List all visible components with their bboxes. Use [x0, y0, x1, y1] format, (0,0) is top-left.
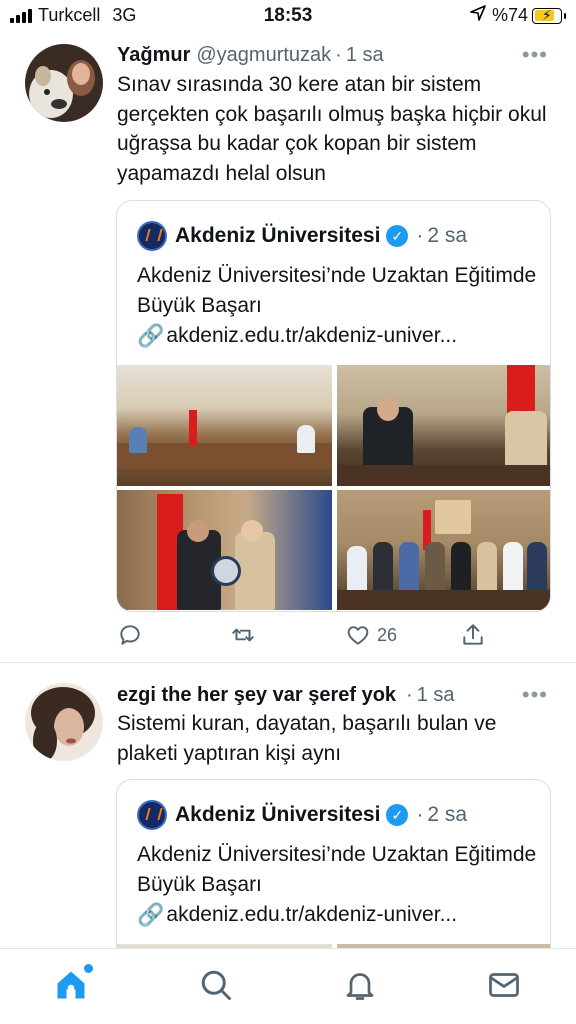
- photo[interactable]: [337, 490, 550, 610]
- separator-dot: ·: [335, 44, 342, 66]
- tab-messages[interactable]: [486, 967, 526, 1007]
- photo-grid: [117, 365, 550, 610]
- tweet-header: ezgi the her şey var şeref yok · 1 sa: [117, 684, 455, 707]
- reply-icon: [120, 625, 140, 645]
- more-options-icon[interactable]: •••: [522, 42, 548, 68]
- retweet-button[interactable]: [230, 622, 256, 648]
- tweet-text: Sınav sırasında 30 kere atan bir sistem …: [117, 73, 547, 185]
- quote-author-name[interactable]: Akdeniz Üniversitesi: [175, 803, 380, 827]
- tweet-divider: [0, 662, 576, 663]
- quote-text-block: Akdeniz Üniversitesi’nde Uzaktan Eğitimd…: [137, 261, 537, 351]
- quote-text: Akdeniz Üniversitesi’nde Uzaktan Eğitimd…: [137, 264, 537, 317]
- battery-percent: %74: [491, 5, 528, 25]
- quote-text: Akdeniz Üniversitesi’nde Uzaktan Eğitimd…: [137, 843, 537, 896]
- bell-icon: [346, 973, 374, 1000]
- new-content-dot: [84, 964, 93, 973]
- author-handle[interactable]: @yagmurtuzak: [196, 44, 331, 67]
- tab-home[interactable]: [53, 964, 93, 1007]
- reply-button[interactable]: [117, 622, 143, 648]
- heart-icon: [347, 626, 369, 645]
- university-logo-icon: [137, 800, 167, 830]
- quote-link[interactable]: 🔗 akdeniz.edu.tr/akdeniz-univer...: [137, 900, 537, 930]
- battery-charging-icon: ⚡: [532, 7, 566, 24]
- tweet-header: Yağmur @yagmurtuzak · 1 sa: [117, 44, 384, 67]
- search-icon: [201, 970, 231, 1000]
- tweet-time[interactable]: 1 sa: [417, 684, 455, 707]
- tweet-text: Sistemi kuran, dayatan, başarılı bulan v…: [117, 712, 497, 765]
- quote-link-text[interactable]: akdeniz.edu.tr/akdeniz-univer...: [166, 900, 457, 930]
- bottom-tab-bar: [0, 948, 576, 1024]
- verified-badge-icon: ✓: [386, 225, 409, 247]
- tab-search[interactable]: [198, 967, 238, 1007]
- home-icon: [57, 971, 85, 999]
- share-icon: [463, 624, 483, 645]
- photo[interactable]: [337, 365, 550, 486]
- photo[interactable]: [117, 365, 332, 486]
- like-count: 26: [377, 624, 398, 645]
- quote-link-text[interactable]: akdeniz.edu.tr/akdeniz-univer...: [166, 321, 457, 351]
- tweet-actions: 26: [117, 622, 497, 652]
- share-button[interactable]: [460, 622, 486, 648]
- avatar[interactable]: [25, 44, 103, 122]
- like-button[interactable]: 26: [345, 622, 397, 648]
- quote-header: Akdeniz Üniversitesi ✓ · 2 sa: [137, 221, 467, 251]
- verified-badge-icon: ✓: [386, 804, 409, 826]
- quote-header: Akdeniz Üniversitesi ✓ · 2 sa: [137, 800, 467, 830]
- quote-time[interactable]: 2 sa: [427, 224, 467, 248]
- author-name[interactable]: Yağmur: [117, 44, 190, 67]
- quote-time[interactable]: 2 sa: [427, 803, 467, 827]
- link-icon: 🔗: [137, 902, 165, 927]
- more-options-icon[interactable]: •••: [522, 682, 548, 708]
- tweet-time[interactable]: 1 sa: [346, 44, 384, 67]
- mail-icon: [489, 973, 519, 997]
- location-arrow-icon: [470, 5, 486, 26]
- link-icon: 🔗: [137, 323, 165, 348]
- separator-dot: ·: [416, 224, 424, 247]
- quote-text-block: Akdeniz Üniversitesi’nde Uzaktan Eğitimd…: [137, 840, 537, 930]
- separator-dot: ·: [416, 803, 424, 826]
- author-name[interactable]: ezgi the her şey var şeref yok: [117, 684, 396, 707]
- status-bar: Turkcell 3G 18:53 %74 ⚡: [0, 0, 576, 32]
- avatar[interactable]: [25, 683, 103, 761]
- university-logo-icon: [137, 221, 167, 251]
- retweet-icon: [232, 628, 254, 642]
- photo[interactable]: [117, 490, 332, 610]
- tab-notifications[interactable]: [342, 967, 382, 1007]
- quoted-tweet[interactable]: Akdeniz Üniversitesi ✓ · 2 sa Akdeniz Ün…: [116, 200, 551, 612]
- status-right: %74 ⚡: [470, 5, 566, 26]
- separator-dot: ·: [406, 684, 413, 706]
- quote-author-name[interactable]: Akdeniz Üniversitesi: [175, 224, 380, 248]
- quote-link[interactable]: 🔗 akdeniz.edu.tr/akdeniz-univer...: [137, 321, 537, 351]
